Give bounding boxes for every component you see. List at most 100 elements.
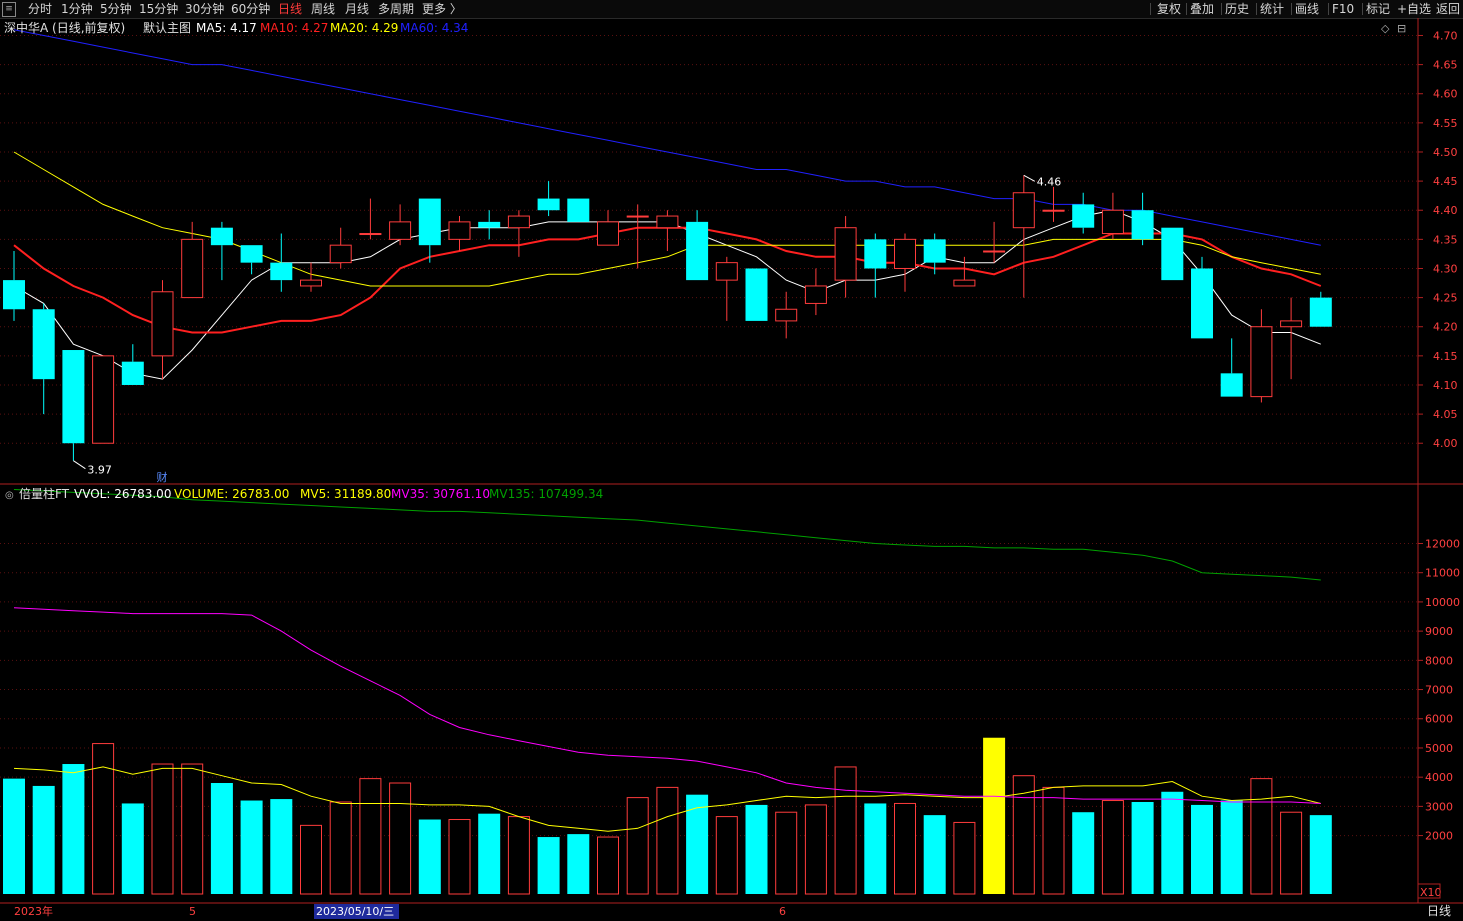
volume-bar[interactable] (92, 743, 115, 895)
candle[interactable] (804, 268, 827, 316)
volume-indicator-title[interactable]: 倍量柱FT (19, 486, 70, 501)
period-tab-7[interactable]: 周线 (311, 1, 335, 17)
candle[interactable] (537, 181, 560, 217)
period-tab-10[interactable]: 更多 〉 (422, 1, 462, 17)
candle[interactable] (597, 210, 619, 246)
candle[interactable] (92, 355, 115, 444)
volume-bar[interactable] (210, 783, 233, 894)
candle[interactable] (567, 198, 590, 222)
toolbar-button-6[interactable]: 标记 (1366, 1, 1390, 17)
volume-bar[interactable] (240, 800, 263, 894)
candle[interactable] (656, 210, 679, 251)
volume-bar[interactable] (389, 782, 412, 895)
candle[interactable] (121, 344, 144, 385)
volume-bar[interactable] (300, 824, 322, 895)
volume-bar[interactable] (329, 801, 352, 895)
toolbar-button-5[interactable]: F10 (1332, 1, 1354, 17)
toolbar-button-2[interactable]: 历史 (1225, 1, 1249, 17)
period-tab-6[interactable]: 日线 (278, 1, 302, 17)
candle[interactable] (329, 227, 352, 269)
financial-report-marker[interactable]: 财 (157, 470, 168, 484)
volume-bar[interactable] (270, 799, 293, 894)
volume-bar[interactable] (151, 763, 174, 895)
volume-bar[interactable] (775, 811, 798, 895)
period-corner-label[interactable]: 日线 (1427, 904, 1451, 918)
main-chart-template[interactable]: 默认主图 (143, 20, 191, 35)
candle[interactable] (151, 280, 174, 380)
period-tab-2[interactable]: 5分钟 (100, 1, 132, 17)
candle[interactable] (270, 233, 293, 292)
volume-bar[interactable] (418, 819, 441, 894)
volume-bar[interactable] (121, 803, 144, 894)
period-tab-1[interactable]: 1分钟 (61, 1, 93, 17)
candle[interactable] (418, 198, 441, 263)
candle[interactable] (181, 221, 204, 299)
toolbar-button-0[interactable]: 复权 (1157, 1, 1181, 17)
volume-bar[interactable] (715, 816, 738, 895)
volume-bar[interactable] (62, 764, 85, 894)
volume-bar[interactable] (1072, 812, 1095, 894)
candle[interactable] (1161, 227, 1184, 281)
candle[interactable] (359, 198, 382, 240)
candle[interactable] (1220, 338, 1243, 397)
volume-bar[interactable] (1309, 815, 1332, 894)
candle[interactable] (745, 268, 768, 321)
period-tab-5[interactable]: 60分钟 (231, 1, 270, 17)
toolbar-button-8[interactable]: 返回 (1436, 1, 1460, 17)
volume-bar[interactable] (32, 785, 55, 894)
volume-bar[interactable] (656, 786, 679, 895)
menu-icon[interactable]: ≡ (2, 2, 16, 17)
collapse-icon[interactable]: ⊟ (1397, 22, 1406, 35)
volume-bar-highlight[interactable] (983, 737, 1006, 894)
volume-bar[interactable] (1280, 811, 1303, 895)
candle[interactable] (1191, 256, 1213, 339)
candle[interactable] (1072, 192, 1095, 234)
volume-bar[interactable] (1131, 801, 1154, 894)
volume-bar[interactable] (864, 803, 887, 894)
candle[interactable] (448, 216, 471, 251)
volume-bar[interactable] (626, 797, 649, 895)
volume-bar[interactable] (804, 804, 827, 895)
period-tab-3[interactable]: 15分钟 (139, 1, 178, 17)
volume-bar[interactable] (1101, 800, 1124, 895)
volume-bar[interactable] (923, 815, 946, 894)
volume-bar[interactable] (448, 819, 471, 895)
candle[interactable] (686, 210, 709, 281)
candle[interactable] (1131, 192, 1154, 246)
volume-bar[interactable] (597, 836, 619, 895)
period-tab-9[interactable]: 多周期 (378, 1, 414, 17)
volume-bar[interactable] (1220, 800, 1243, 894)
volume-bar[interactable] (478, 813, 501, 894)
candle[interactable] (1101, 192, 1124, 240)
volume-bar[interactable] (894, 802, 916, 895)
candle[interactable] (507, 210, 530, 257)
volume-bar[interactable] (359, 778, 382, 895)
volume-bar[interactable] (1250, 778, 1273, 895)
candle[interactable] (864, 233, 887, 298)
volume-bar[interactable] (507, 816, 530, 895)
period-tab-8[interactable]: 月线 (345, 1, 369, 17)
volume-bar[interactable] (1042, 786, 1065, 895)
volume-bar[interactable] (181, 763, 204, 895)
volume-bar[interactable] (1161, 791, 1184, 894)
candle[interactable] (775, 291, 798, 339)
volume-bar[interactable] (953, 821, 976, 895)
candle[interactable] (300, 262, 322, 292)
period-tab-0[interactable]: 分时 (28, 1, 52, 17)
candle[interactable] (478, 210, 501, 240)
volume-bar[interactable] (567, 834, 590, 894)
indicator-menu-icon[interactable]: ◎ (5, 490, 14, 501)
candle[interactable] (1309, 291, 1332, 327)
candle[interactable] (62, 350, 85, 461)
candle[interactable] (32, 303, 55, 415)
candle[interactable] (1280, 297, 1303, 380)
candle[interactable] (626, 204, 649, 269)
volume-bar[interactable] (537, 837, 560, 894)
volume-bar[interactable] (3, 778, 25, 894)
candle[interactable] (834, 216, 857, 298)
candle[interactable] (715, 256, 738, 321)
toolbar-button-7[interactable]: +自选 (1397, 1, 1431, 17)
volume-bar[interactable] (1191, 804, 1213, 894)
candle[interactable] (240, 245, 263, 275)
diamond-icon[interactable]: ◇ (1381, 22, 1390, 35)
